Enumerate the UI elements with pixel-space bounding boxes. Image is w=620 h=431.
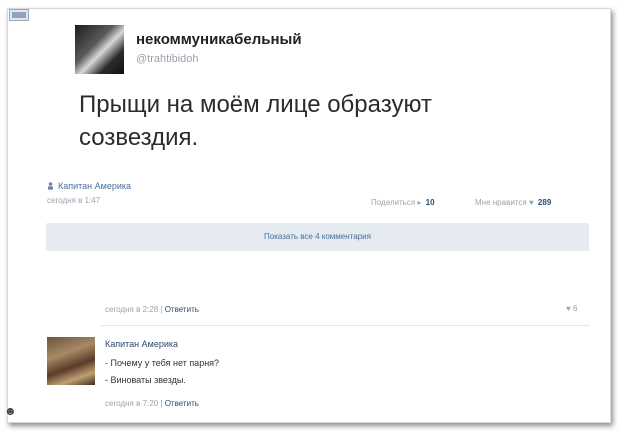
show-all-comments-button[interactable]: Показать все 4 комментария — [46, 223, 589, 251]
like-count: 289 — [537, 198, 552, 207]
image-icon — [9, 9, 29, 21]
user-handle[interactable]: @trahtibidoh — [136, 53, 199, 65]
share-button[interactable]: Поделиться ▸ 10 — [371, 198, 435, 207]
username[interactable]: некоммуникабельный — [136, 31, 302, 48]
heart-icon: ♥ — [566, 304, 571, 313]
smiley-icon: ☻ — [4, 404, 17, 418]
like-label: Мне нравится — [475, 198, 527, 207]
like-button[interactable]: Мне нравится ♥ 289 — [475, 198, 551, 207]
footer-like-count: 6 — [572, 304, 578, 313]
footer-like-button[interactable]: ♥ 6 — [566, 304, 577, 313]
post-footer-time[interactable]: сегодня в 2:28 — [105, 305, 158, 314]
comment-author[interactable]: Капитан Америка — [105, 339, 178, 349]
heart-icon: ♥ — [528, 198, 534, 207]
comment-line: - Почему у тебя нет парня? — [105, 358, 220, 368]
share-count: 10 — [425, 198, 435, 207]
avatar[interactable] — [75, 25, 124, 74]
post-author-name[interactable]: Капитан Америка — [58, 181, 131, 191]
comment-reply-button[interactable]: Ответить — [165, 399, 199, 408]
comment-line: - Виноваты звезды. — [105, 375, 186, 385]
divider — [100, 325, 590, 326]
comment-avatar[interactable] — [47, 337, 95, 385]
person-icon — [48, 182, 53, 190]
post-time[interactable]: сегодня в 1:47 — [47, 196, 100, 205]
comment-time[interactable]: сегодня в 7:20 — [105, 399, 158, 408]
comment-footer: сегодня в 7:20 | Ответить — [105, 399, 199, 408]
reply-button[interactable]: Ответить — [165, 305, 199, 314]
post-text: Прыщи на моём лице образуют созвездия. — [79, 91, 432, 151]
post-author[interactable]: Капитан Америка — [47, 181, 131, 191]
post-footer: сегодня в 2:28 | Ответить — [105, 305, 199, 314]
share-label: Поделиться — [371, 198, 416, 207]
megaphone-icon: ▸ — [417, 198, 422, 207]
